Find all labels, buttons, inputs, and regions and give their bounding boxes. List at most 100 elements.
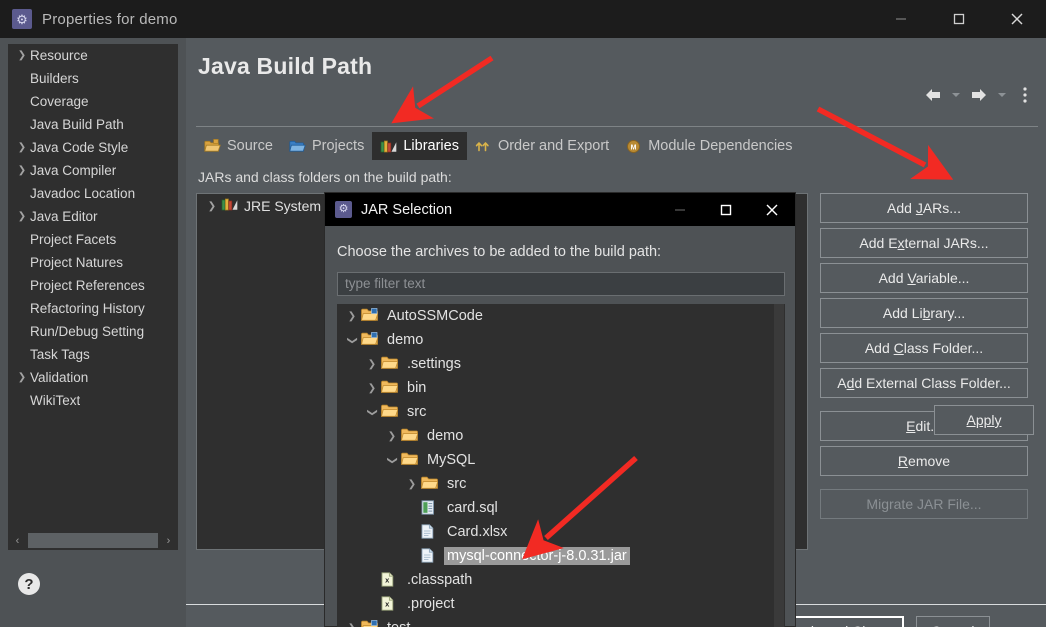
cancel-button[interactable]: Cancel — [915, 616, 990, 627]
chevron-down-icon[interactable]: ❯ — [387, 451, 398, 469]
chevron-right-icon[interactable]: ❯ — [14, 165, 30, 176]
forward-arrow-icon[interactable] — [966, 82, 992, 108]
tab-projects[interactable]: Projects — [281, 132, 372, 160]
close-icon[interactable] — [988, 0, 1046, 38]
sidebar-item-javadoc-location[interactable]: ❯Javadoc Location — [8, 182, 178, 205]
remove-button[interactable]: Remove — [820, 446, 1028, 476]
sidebar-item-java-compiler[interactable]: ❯ Java Compiler — [8, 159, 178, 182]
jar-dialog-scrollbar[interactable] — [774, 304, 784, 627]
jar-dialog-tree[interactable]: ❯ AutoSSMCode ❯ demo ❯ .settings ❯ bin ❯ src ❯ demo… — [337, 304, 785, 627]
sidebar-item-label: Project Natures — [30, 255, 124, 270]
settings-tree[interactable]: ❯Resource❯Builders❯Coverage❯Java Build P… — [8, 44, 178, 531]
sidebar-item-project-natures[interactable]: ❯Project Natures — [8, 251, 178, 274]
sidebar-item-run-debug-setting[interactable]: ❯Run/Debug Setting — [8, 320, 178, 343]
chevron-down-icon[interactable]: ❯ — [367, 403, 378, 421]
button-label: Add External Class Folder... — [837, 375, 1011, 391]
add-external-jars-button[interactable]: Add External JARs... — [820, 228, 1028, 258]
eclipse-gear-icon: ⚙ — [335, 201, 352, 218]
add-external-class-folder-button[interactable]: Add External Class Folder... — [820, 368, 1028, 398]
chevron-right-icon[interactable]: ❯ — [14, 372, 30, 383]
back-chevron-down-icon[interactable] — [948, 82, 964, 108]
sidebar-item-task-tags[interactable]: ❯Task Tags — [8, 343, 178, 366]
sidebar-item-java-editor[interactable]: ❯ Java Editor — [8, 205, 178, 228]
jar-tree-node[interactable]: ❯ src — [337, 400, 785, 424]
chevron-right-icon[interactable]: ❯ — [403, 479, 421, 490]
sidebar-item-validation[interactable]: ❯ Validation — [8, 366, 178, 389]
sidebar-item-project-references[interactable]: ❯Project References — [8, 274, 178, 297]
add-jars-button[interactable]: Add JARs... — [820, 193, 1028, 223]
sidebar-item-label: Run/Debug Setting — [30, 324, 145, 339]
jar-tree-node[interactable]: ❯ .settings — [337, 352, 785, 376]
jar-tree-node[interactable]: ❯ bin — [337, 376, 785, 400]
add-library-button[interactable]: Add Library... — [820, 298, 1028, 328]
sidebar-item-refactoring-history[interactable]: ❯Refactoring History — [8, 297, 178, 320]
back-arrow-icon[interactable] — [920, 82, 946, 108]
chevron-right-icon[interactable]: ❯ — [363, 383, 381, 394]
sidebar-horizontal-scrollbar[interactable]: ‹ › — [8, 531, 178, 550]
chevron-right-icon[interactable]: ❯ — [14, 50, 30, 61]
close-icon[interactable] — [749, 193, 795, 226]
dialog-footer-buttons: Apply and Close Cancel — [770, 616, 990, 627]
sidebar-item-label: Java Editor — [30, 209, 98, 224]
jar-tree-node-label: demo — [427, 428, 464, 444]
add-class-folder-button[interactable]: Add Class Folder... — [820, 333, 1028, 363]
chevron-down-icon[interactable]: ❯ — [347, 331, 358, 349]
jar-tree-node[interactable]: ❯ test — [337, 616, 785, 627]
scroll-right-icon[interactable]: › — [159, 531, 178, 550]
sidebar-item-java-code-style[interactable]: ❯ Java Code Style — [8, 136, 178, 159]
jar-dialog-filter-input[interactable]: type filter text — [337, 272, 785, 296]
help-icon[interactable]: ? — [18, 573, 40, 595]
module-icon: M — [625, 139, 642, 154]
chevron-right-icon[interactable]: ❯ — [14, 142, 30, 153]
chevron-right-icon[interactable]: ❯ — [343, 311, 361, 322]
jar-tree-node[interactable]: ❯ demo — [337, 328, 785, 352]
jar-tree-node[interactable]: ❯ src — [337, 472, 785, 496]
tab-module-dependencies[interactable]: M Module Dependencies — [617, 132, 800, 160]
minimize-icon[interactable] — [657, 193, 703, 226]
sidebar-item-resource[interactable]: ❯ Resource — [8, 44, 178, 67]
sidebar-item-java-build-path[interactable]: ❯Java Build Path — [8, 113, 178, 136]
chevron-right-icon[interactable]: ❯ — [383, 431, 401, 442]
folder-icon — [400, 428, 419, 444]
forward-chevron-down-icon[interactable] — [994, 82, 1010, 108]
jar-tree-node[interactable]: x .project — [337, 592, 785, 616]
tab-label: Module Dependencies — [648, 138, 793, 154]
jar-tree-node[interactable]: card.sql — [337, 496, 785, 520]
navigation-toolbar — [920, 82, 1038, 108]
jar-tree-node[interactable]: ❯ MySQL — [337, 448, 785, 472]
tab-libraries[interactable]: Libraries — [372, 132, 467, 160]
properties-dialog-window: ⚙ Properties for demo type filter text ❯… — [0, 0, 1046, 627]
sidebar-item-wikitext[interactable]: ❯WikiText — [8, 389, 178, 412]
sidebar-item-project-facets[interactable]: ❯Project Facets — [8, 228, 178, 251]
eclipse-gear-icon: ⚙ — [12, 9, 32, 29]
sidebar-item-label: WikiText — [30, 393, 81, 408]
folder-icon — [380, 380, 399, 396]
jar-dialog-prompt: Choose the archives to be added to the b… — [337, 244, 662, 260]
jar-tree-node[interactable]: x .classpath — [337, 568, 785, 592]
jar-tree-node-label: src — [407, 404, 427, 420]
jar-tree-node[interactable]: ❯ AutoSSMCode — [337, 304, 785, 328]
jar-tree-node[interactable]: ❯ demo — [337, 424, 785, 448]
tab-order-and-export[interactable]: Order and Export — [467, 132, 617, 160]
tab-source[interactable]: Source — [196, 132, 281, 160]
add-variable-button[interactable]: Add Variable... — [820, 263, 1028, 293]
vertical-dots-icon[interactable] — [1012, 82, 1038, 108]
jar-tree-node-label: AutoSSMCode — [387, 308, 483, 324]
jar-tree-node[interactable]: Card.xlsx — [337, 520, 785, 544]
jar-dialog-title: JAR Selection — [361, 201, 453, 218]
chevron-right-icon[interactable]: ❯ — [14, 211, 30, 222]
folder-icon — [380, 404, 399, 420]
maximize-icon[interactable] — [703, 193, 749, 226]
jar-tree-node[interactable]: mysql-connector-j-8.0.31.jar — [337, 544, 785, 568]
minimize-icon[interactable] — [872, 0, 930, 38]
scroll-left-icon[interactable]: ‹ — [8, 531, 27, 550]
scrollbar-thumb[interactable] — [28, 533, 158, 548]
sidebar-item-coverage[interactable]: ❯Coverage — [8, 90, 178, 113]
maximize-icon[interactable] — [930, 0, 988, 38]
button-label: Add External JARs... — [859, 235, 989, 251]
sidebar-item-builders[interactable]: ❯Builders — [8, 67, 178, 90]
chevron-right-icon[interactable]: ❯ — [363, 359, 381, 370]
chevron-right-icon[interactable]: ❯ — [203, 201, 221, 212]
apply-button[interactable]: Apply — [934, 405, 1034, 435]
chevron-right-icon[interactable]: ❯ — [343, 623, 361, 627]
